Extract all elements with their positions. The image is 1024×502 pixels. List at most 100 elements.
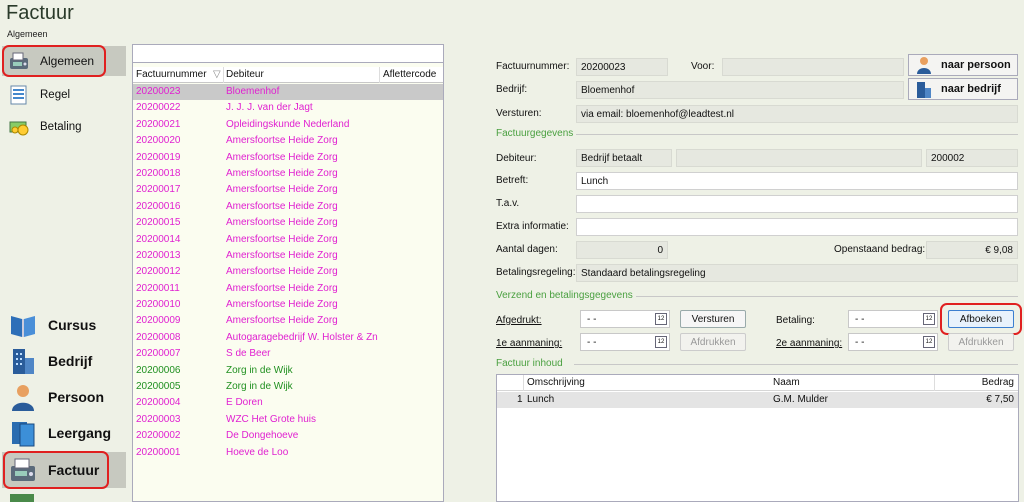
table-row[interactable]: 20200016 Amersfoortse Heide Zorg xyxy=(133,199,443,215)
table-row[interactable]: 20200003 WZC Het Grote huis xyxy=(133,412,443,428)
row-debiteur: Bloemenhof xyxy=(226,86,280,97)
row-debiteur: Amersfoortse Heide Zorg xyxy=(226,282,338,294)
table-row[interactable]: 20200019 Amersfoortse Heide Zorg xyxy=(133,150,443,166)
col-aflettercode[interactable]: Aflettercode xyxy=(383,69,436,80)
folder-icon xyxy=(8,418,38,448)
tav-field[interactable] xyxy=(576,195,1018,213)
tav-label: T.a.v. xyxy=(496,198,520,209)
aanmaning1-date[interactable]: - - 12 xyxy=(580,333,670,351)
table-row[interactable]: 20200011 Amersfoortse Heide Zorg xyxy=(133,281,443,297)
versturen-field: via email: bloemenhof@leadtest.nl xyxy=(576,105,1018,123)
afdrukken-button-2[interactable]: Afdrukken xyxy=(948,333,1014,351)
table-row[interactable]: 20200014 Amersfoortse Heide Zorg xyxy=(133,232,443,248)
aanmaning1-value: - - xyxy=(587,337,597,348)
afgedrukt-label: Afgedrukt: xyxy=(496,315,542,326)
naar-persoon-button[interactable]: naar persoon xyxy=(908,54,1018,76)
table-row[interactable]: 20200001 Hoeve de Loo xyxy=(133,445,443,461)
row-debiteur: Autogaragebedrijf W. Holster & Zn xyxy=(226,331,378,343)
calendar-icon[interactable]: 12 xyxy=(923,336,935,348)
afdrukken-button[interactable]: Afdrukken xyxy=(680,333,746,351)
nav-item-cursus[interactable]: Cursus xyxy=(2,308,126,342)
section-divider xyxy=(574,364,1018,365)
voor-field xyxy=(722,58,904,76)
table-row[interactable]: 20200010 Amersfoortse Heide Zorg xyxy=(133,297,443,313)
nav-label: Cursus xyxy=(48,317,97,333)
row-factuurnummer: 20200016 xyxy=(136,200,181,212)
row-debiteur: Hoeve de Loo xyxy=(226,446,289,458)
voor-label: Voor: xyxy=(691,61,715,72)
row-factuurnummer: 20200007 xyxy=(136,348,181,360)
table-row[interactable]: 20200006 Zorg in de Wijk xyxy=(133,363,443,379)
section-factuur-inhoud: Factuur inhoud xyxy=(496,358,563,369)
table-row[interactable]: 20200017 Amersfoortse Heide Zorg xyxy=(133,182,443,198)
betalingsregeling-field[interactable]: Standaard betalingsregeling xyxy=(576,264,1018,282)
filter-input[interactable] xyxy=(133,45,443,63)
bedrijf-label: Bedrijf: xyxy=(496,84,528,95)
row-factuurnummer: 20200003 xyxy=(136,413,181,425)
col-naam[interactable]: Naam xyxy=(773,377,800,388)
invoice-list: Factuurnummer ▽ Debiteur Aflettercode 20… xyxy=(132,44,444,502)
calendar-icon[interactable]: 12 xyxy=(923,313,935,325)
openstaand-field: € 9,08 xyxy=(926,241,1018,259)
table-row[interactable]: 20200012 Amersfoortse Heide Zorg xyxy=(133,264,443,280)
naar-bedrijf-label: naar bedrijf xyxy=(941,83,1001,95)
betaling-label: Betaling: xyxy=(776,315,815,326)
table-header: Omschrijving Naam Bedrag xyxy=(497,375,1018,391)
table-row[interactable]: 20200009 Amersfoortse Heide Zorg xyxy=(133,313,443,329)
table-row[interactable]: 20200021 Opleidingskunde Nederland xyxy=(133,117,443,133)
row-debiteur: Amersfoortse Heide Zorg xyxy=(226,200,338,212)
nav-item-persoon[interactable]: Persoon xyxy=(2,380,126,414)
section-divider xyxy=(576,134,1018,135)
naar-bedrijf-button[interactable]: naar bedrijf xyxy=(908,78,1018,100)
nav-item-leergang[interactable]: Leergang xyxy=(2,416,126,450)
nav-item-regel[interactable]: Regel xyxy=(2,80,126,110)
row-factuurnummer: 20200006 xyxy=(136,364,181,376)
calendar-icon[interactable]: 12 xyxy=(655,313,667,325)
section-divider xyxy=(636,296,1018,297)
table-row[interactable]: 20200005 Zorg in de Wijk xyxy=(133,379,443,395)
debiteur-label: Debiteur: xyxy=(496,153,537,164)
betaling-date[interactable]: - - 12 xyxy=(848,310,938,328)
naar-persoon-label: naar persoon xyxy=(941,59,1011,71)
table-row[interactable]: 20200023 Bloemenhof xyxy=(133,84,443,101)
row-debiteur: De Dongehoeve xyxy=(226,430,299,442)
table-row[interactable]: 20200020 Amersfoortse Heide Zorg xyxy=(133,133,443,149)
table-row[interactable]: 1 Lunch G.M. Mulder € 7,50 xyxy=(497,392,1018,408)
table-row[interactable]: 20200022 J. J. J. van der Jagt xyxy=(133,100,443,116)
versturen-button[interactable]: Versturen xyxy=(680,310,746,328)
afboeken-button[interactable]: Afboeken xyxy=(948,310,1014,328)
table-row[interactable]: 20200004 E Doren xyxy=(133,395,443,411)
row-factuurnummer: 20200015 xyxy=(136,217,181,229)
nav-item-bedrijf[interactable]: Bedrijf xyxy=(2,344,126,378)
col-debiteur[interactable]: Debiteur xyxy=(226,69,264,80)
aanmaning2-date[interactable]: - - 12 xyxy=(848,333,938,351)
table-row[interactable]: 20200007 S de Beer xyxy=(133,346,443,362)
nav-item-betaling[interactable]: Betaling xyxy=(2,112,126,142)
row-debiteur: Amersfoortse Heide Zorg xyxy=(226,151,338,163)
row-debiteur: WZC Het Grote huis xyxy=(226,413,317,425)
afgedrukt-date[interactable]: - - 12 xyxy=(580,310,670,328)
row-factuurnummer: 20200001 xyxy=(136,446,181,458)
sidebar: Algemeen Regel Betaling Cursus Bedrijf P… xyxy=(0,44,128,502)
aantal-dagen-field: 0 xyxy=(576,241,668,259)
invoice-detail: Factuurnummer: 20200023 Voor: naar perso… xyxy=(484,44,1024,502)
betreft-field[interactable]: Lunch xyxy=(576,172,1018,190)
table-row[interactable]: 20200002 De Dongehoeve xyxy=(133,428,443,444)
col-bedrag[interactable]: Bedrag xyxy=(982,377,1014,388)
col-omschrijving[interactable]: Omschrijving xyxy=(527,377,585,388)
nav-label: Factuur xyxy=(48,462,100,478)
document-lines-icon xyxy=(8,84,30,106)
nav-item-factuur[interactable]: Factuur xyxy=(2,452,126,488)
table-row[interactable]: 20200008 Autogaragebedrijf W. Holster & Z… xyxy=(133,330,443,346)
extra-informatie-field[interactable] xyxy=(576,218,1018,236)
col-factuurnummer[interactable]: Factuurnummer xyxy=(136,69,207,80)
table-row[interactable]: 20200015 Amersfoortse Heide Zorg xyxy=(133,215,443,231)
row-debiteur: Amersfoortse Heide Zorg xyxy=(226,315,338,327)
nav-item-algemeen[interactable]: Algemeen xyxy=(2,46,126,76)
nav-label: Algemeen xyxy=(40,54,95,68)
row-debiteur: Amersfoortse Heide Zorg xyxy=(226,217,338,229)
table-row[interactable]: 20200018 Amersfoortse Heide Zorg xyxy=(133,166,443,182)
table-row[interactable]: 20200013 Amersfoortse Heide Zorg xyxy=(133,248,443,264)
row-factuurnummer: 20200002 xyxy=(136,430,181,442)
calendar-icon[interactable]: 12 xyxy=(655,336,667,348)
